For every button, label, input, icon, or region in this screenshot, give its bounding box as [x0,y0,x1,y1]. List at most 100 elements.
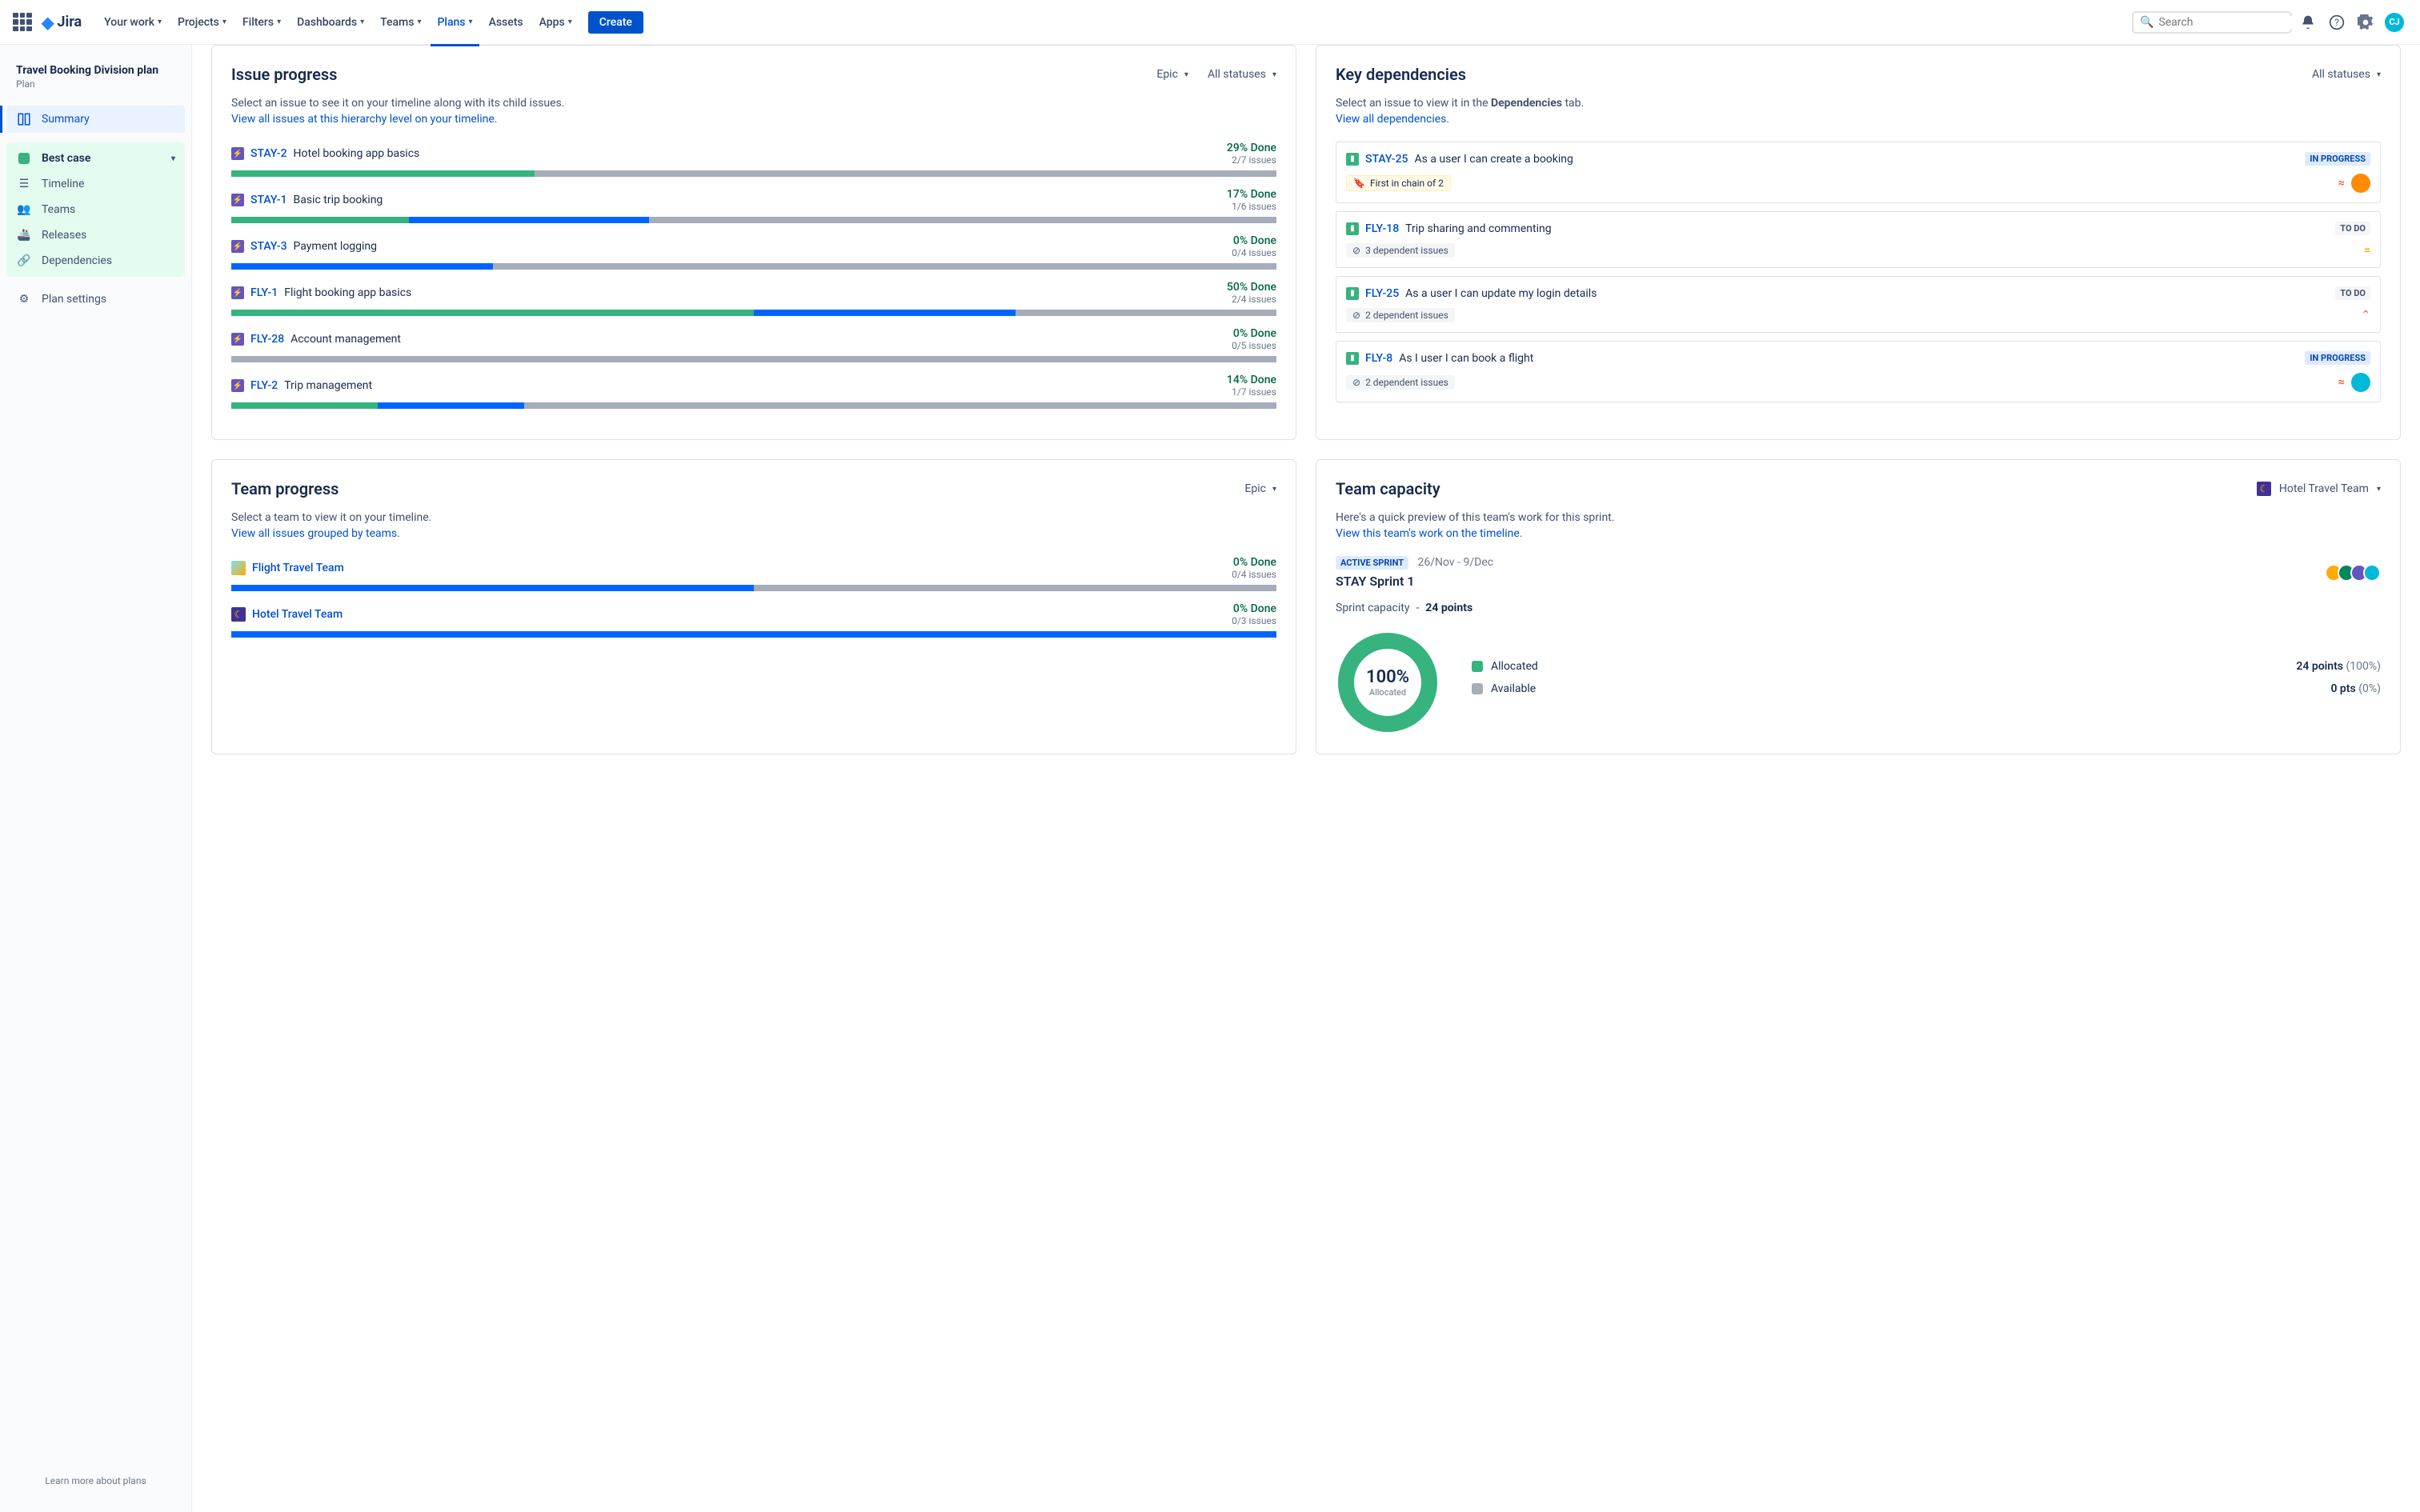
issue-row[interactable]: ⚡ STAY-3 Payment logging 0% Done 0/4 iss… [231,234,1276,270]
epic-icon: ⚡ [231,240,244,253]
issue-row[interactable]: ⚡ FLY-2 Trip management 14% Done 1/7 iss… [231,374,1276,409]
progress-bar [231,402,1276,409]
team-icon: ☾ [231,607,246,622]
issue-key[interactable]: FLY-8 [1365,352,1392,365]
issue-progress-hierarchy-dropdown[interactable]: Epic▾ [1156,68,1188,81]
timeline-icon: ☰ [16,178,32,190]
sidebar-scenario[interactable]: Best case ▾ [6,146,185,171]
sidebar-summary[interactable]: Summary [6,106,185,133]
sidebar-teams[interactable]: 👥 Teams [6,197,185,222]
issue-key[interactable]: STAY-1 [250,194,287,206]
assignee-avatar[interactable] [2351,174,2370,193]
issue-row[interactable]: ⚡ FLY-1 Flight booking app basics 50% Do… [231,281,1276,316]
dependencies-card: Key dependencies All statuses▾ Select an… [1316,45,2401,440]
epic-icon: ⚡ [231,333,244,346]
team-row[interactable]: ☾ Hotel Travel Team 0% Done 0/3 issues [231,602,1276,638]
issue-key[interactable]: FLY-28 [250,333,284,346]
sidebar-plan-settings[interactable]: ⚙ Plan settings [6,286,185,312]
settings-icon[interactable] [2353,10,2378,35]
legend-value: 0 pts [2330,682,2355,695]
nav-filters[interactable]: Filters▾ [236,11,287,34]
team-progress-title: Team progress [231,479,339,498]
search-input[interactable] [2158,16,2301,29]
issue-key[interactable]: STAY-25 [1365,153,1408,166]
dependency-card[interactable]: ▮ FLY-18 Trip sharing and commenting TO … [1336,211,2381,268]
issue-row[interactable]: ⚡ FLY-28 Account management 0% Done 0/5 … [231,327,1276,362]
legend-swatch [1472,661,1483,672]
nav-projects[interactable]: Projects▾ [171,11,233,34]
nav-assets[interactable]: Assets [483,11,530,34]
block-icon: ⊘ [1352,310,1360,321]
team-capacity-link[interactable]: View this team's work on the timeline. [1336,527,2381,540]
issue-key[interactable]: STAY-3 [250,240,287,253]
dependency-card[interactable]: ▮ FLY-25 As a user I can update my login… [1336,276,2381,333]
dependencies-status-dropdown[interactable]: All statuses▾ [2312,68,2381,81]
chevron-down-icon: ▾ [2377,485,2381,494]
issue-key[interactable]: STAY-2 [250,147,287,160]
progress-bar [231,310,1276,316]
issue-progress-title: Issue progress [231,65,337,84]
issue-title: Account management [290,333,401,346]
jira-logo[interactable]: ◆ Jira [42,13,82,32]
search-box[interactable]: 🔍 [2132,11,2292,34]
priority-medium-icon: = [2364,244,2370,257]
team-capacity-team-dropdown[interactable]: ☾ Hotel Travel Team▾ [2257,482,2381,496]
chevron-down-icon: ▾ [1184,70,1188,79]
avatar-icon: CJ [2385,13,2404,32]
chevron-down-icon: ▾ [417,18,421,26]
issue-pct: 29% Done [1227,142,1276,154]
assignee-avatar[interactable] [2351,373,2370,392]
sidebar-footer-link[interactable]: Learn more about plans [6,1462,185,1499]
dependency-card[interactable]: ▮ STAY-25 As a user I can create a booki… [1336,142,2381,203]
chevron-down-icon: ▾ [1272,485,1276,494]
create-button[interactable]: Create [588,11,643,34]
issue-progress-status-dropdown[interactable]: All statuses▾ [1208,68,1276,81]
dependencies-icon: 🔗 [16,254,32,267]
issue-count: 2/7 issues [1227,154,1276,166]
issue-pct: 17% Done [1227,188,1276,201]
epic-icon: ⚡ [231,379,244,392]
issue-count: 1/6 issues [1227,201,1276,212]
progress-bar [231,170,1276,177]
dependency-card[interactable]: ▮ FLY-8 As I user I can book a flight IN… [1336,341,2381,402]
nav-dashboards[interactable]: Dashboards▾ [290,11,371,34]
notifications-icon[interactable] [2295,10,2321,35]
issue-progress-link[interactable]: View all issues at this hierarchy level … [231,113,1276,126]
nav-plans[interactable]: Plans▾ [431,11,479,34]
help-icon[interactable]: ? [2324,10,2350,35]
sidebar-dependencies[interactable]: 🔗 Dependencies [6,248,185,274]
issue-row[interactable]: ⚡ STAY-1 Basic trip booking 17% Done 1/6… [231,188,1276,223]
app-switcher-icon[interactable] [13,13,32,32]
issue-count: 2/4 issues [1227,294,1276,305]
sidebar-releases[interactable]: 🚢 Releases [6,222,185,248]
team-name[interactable]: Flight Travel Team [252,562,344,574]
chevron-down-icon: ▾ [360,18,364,26]
status-badge: IN PROGRESS [2305,351,2370,365]
issue-key[interactable]: FLY-2 [250,379,278,392]
active-sprint-badge: ACTIVE SPRINT [1336,556,1408,570]
dependencies-link[interactable]: View all dependencies. [1336,113,2381,126]
issue-key[interactable]: FLY-25 [1365,287,1399,300]
team-name[interactable]: Hotel Travel Team [252,608,343,621]
block-icon: ⊘ [1352,245,1360,256]
nav-your-work[interactable]: Your work▾ [98,11,168,34]
team-progress-dropdown[interactable]: Epic▾ [1244,482,1276,495]
sprint-name: STAY Sprint 1 [1336,574,1493,589]
team-capacity-desc: Here's a quick preview of this team's wo… [1336,511,2381,524]
legend-row: Allocated 24 points (100%) [1472,660,2381,673]
nav-teams[interactable]: Teams▾ [374,11,427,34]
profile-avatar[interactable]: CJ [2382,10,2407,35]
team-capacity-title: Team capacity [1336,479,1440,498]
sidebar-timeline[interactable]: ☰ Timeline [6,171,185,197]
issue-key[interactable]: FLY-18 [1365,222,1399,235]
issue-row[interactable]: ⚡ STAY-2 Hotel booking app basics 29% Do… [231,142,1276,177]
team-row[interactable]: Flight Travel Team 0% Done 0/4 issues [231,556,1276,591]
dependencies-title: Key dependencies [1336,65,1466,84]
nav-apps[interactable]: Apps▾ [533,11,579,34]
epic-icon: ⚡ [231,194,244,206]
team-progress-link[interactable]: View all issues grouped by teams. [231,527,1276,540]
sidebar-settings-label: Plan settings [42,293,106,306]
gear-icon: ⚙ [16,293,32,306]
plan-title: Travel Booking Division plan [16,64,175,77]
issue-key[interactable]: FLY-1 [250,286,278,299]
